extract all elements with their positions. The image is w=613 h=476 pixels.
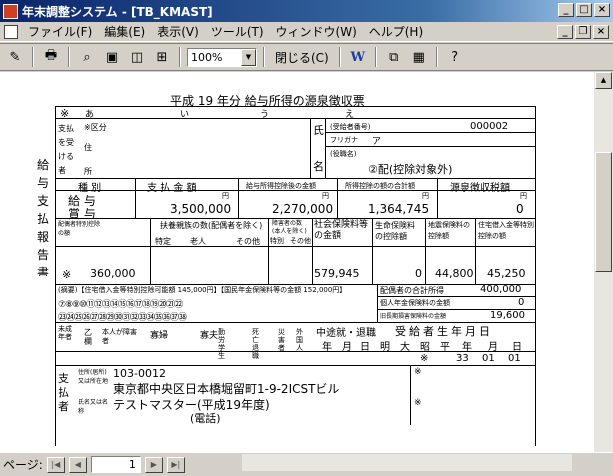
h2-haigusha: 配偶者特別控除の額 [58,221,101,237]
minimize-button[interactable]: _ [558,3,574,17]
menu-file[interactable]: ファイル(F) [22,23,98,40]
first-page-icon[interactable]: |◀ [46,456,65,473]
left-heading: 給与支払報告書(個人別明細書)(市区町村提出用) [36,158,49,276]
scroll-up-arrow-icon[interactable]: ▲ [595,72,612,89]
window-title: 年末調整システム - [TB_KMAST] [22,4,213,19]
h2-shogai: 障害者の数(本人を除く) [272,220,307,235]
zoom-icon[interactable]: ⌕ [76,46,98,68]
two-pages-icon[interactable]: ◫ [126,46,148,68]
seimei-amount: 0 [415,267,422,280]
tel-label: (電話) [190,412,221,425]
kojogo-amount: 2,270,000 [272,202,334,216]
menu-tools[interactable]: ツール(T) [205,23,270,40]
payer-address: 東京都中央区日本橋堀留町1-9-2ICSTビル [113,382,340,396]
mdi-close-button[interactable]: × [593,25,609,39]
hdr-shiharai: 支 払 金 額 [147,183,197,194]
postal-code: 103-0012 [113,367,166,380]
last-page-icon[interactable]: ▶| [166,456,185,473]
birth-month: 01 [482,353,495,364]
close-preview-button[interactable]: 閉じる(C) [271,46,333,68]
jukyu-bango-value: 000002 [470,121,509,132]
page-number-input[interactable]: 1 [90,456,141,473]
h2-seimei: 生命保険料の控除額 [375,221,415,241]
kojo-gokei-amount: 1,364,745 [368,202,430,216]
furigana-label: フリガナ [330,136,358,144]
h2-jishin: 地震保険料の控除額 [428,221,470,240]
scroll-thumb[interactable] [595,152,612,272]
haigusha-gokei-value: 400,000 [480,284,522,295]
mdi-restore-button[interactable]: ❐ [575,25,591,39]
gensen-amount: 0 [516,202,524,216]
jishin-amount: 44,800 [435,267,474,280]
new-object-icon[interactable]: ▦ [408,46,430,68]
maximize-button[interactable]: □ [576,3,592,17]
kubun-label: ※区分 [84,123,107,132]
page-label: ページ: [3,458,43,472]
kojin-nenkin-label: 個人年金保険料の金額 [380,299,450,307]
h2-jutaku: 住宅借入金等特別控除の額 [478,221,534,240]
menu-edit[interactable]: 編集(E) [98,23,151,40]
circles-row-1: ⑦⑧⑨⑩⑪⑫⑬⑭⑮⑯⑰⑱⑲⑳㉑㉒ [58,300,183,310]
h2-fuyo: 扶養親族の数(配偶者を除く) [160,221,263,230]
vertical-scrollbar[interactable]: ▲ [594,72,613,452]
shakai-amount: 579,945 [314,267,360,280]
menu-window[interactable]: ウィンドウ(W) [270,23,363,40]
tekiyo-text: (摘要)【住宅借入金等特別控除可能額 145,000円】【国民年金保険料等の金額… [58,286,347,294]
report-canvas: 平成 19 年分 給与所得の源泉徴収票 ※ あ い う え 支払を受ける者 ※区… [0,72,594,452]
jukyusha-label: 受給者生年月日 [395,325,493,338]
close-button[interactable]: × [594,3,610,17]
addr-label: 住所(居所)又は所在地 [78,369,109,385]
menu-view[interactable]: 表示(V) [151,23,205,40]
word-icon[interactable]: W [347,46,369,68]
haigusha-amount: 360,000 [90,267,136,280]
prev-page-icon[interactable]: ◀ [68,456,87,473]
mdi-minimize-button[interactable]: _ [557,25,573,39]
next-page-icon[interactable]: ▶ [144,456,163,473]
birth-year: 33 [456,353,469,364]
yakushoku-label: (役職名) [330,150,357,158]
jutaku-amount: 45,250 [487,267,526,280]
shi-label: 氏 [313,124,324,137]
one-page-icon[interactable]: ▣ [101,46,123,68]
payee-name: ②配(控除対象外) [368,163,453,176]
kyu-choki-label: 旧長期損害保険料の金額 [380,313,447,320]
mei-label: 名 [313,160,324,173]
print-icon[interactable]: 🖶 [40,46,62,68]
haigusha-gokei-label: 配偶者の合計所得 [380,286,444,295]
database-window-icon[interactable]: ⧉ [383,46,405,68]
design-icon[interactable]: ✎ [4,46,26,68]
shiharaisha-label: 支払者 [58,372,69,413]
menu-bar: ファイル(F) 編集(E) 表示(V) ツール(T) ウィンドウ(W) ヘルプ(… [0,22,613,42]
kojin-nenkin-value: 0 [518,297,525,308]
zoom-select[interactable]: 100% ▼ [187,47,257,67]
window-titlebar: 年末調整システム - [TB_KMAST] _ □ × [0,0,613,22]
document-icon[interactable] [4,24,18,39]
horizontal-scrollbar[interactable] [242,454,572,471]
shimei-label: 氏名又は名称 [78,399,109,415]
multiple-pages-icon[interactable]: ⊞ [151,46,173,68]
hdr-gensen: 源泉徴収税額 [450,183,510,194]
birth-day: 01 [508,353,521,364]
payee-label: 支払を受ける者 [58,124,74,175]
toolbar: ✎ 🖶 ⌕ ▣ ◫ ⊞ 100% ▼ 閉じる(C) W ⧉ ▦ ? [0,43,613,71]
shiharai-amount: 3,500,000 [170,202,232,216]
kyu-choki-value: 19,600 [490,310,525,321]
app-icon [3,3,18,19]
help-icon[interactable]: ? [444,46,466,68]
h2-shakai: 社会保険料等の金額 [314,220,369,241]
chuto-label: 中途就・退職 [316,328,376,339]
jukyu-bango-label: (受給者番号) [330,123,371,131]
address-label: 住所 [84,143,92,176]
menu-help[interactable]: ヘルプ(H) [363,23,429,40]
